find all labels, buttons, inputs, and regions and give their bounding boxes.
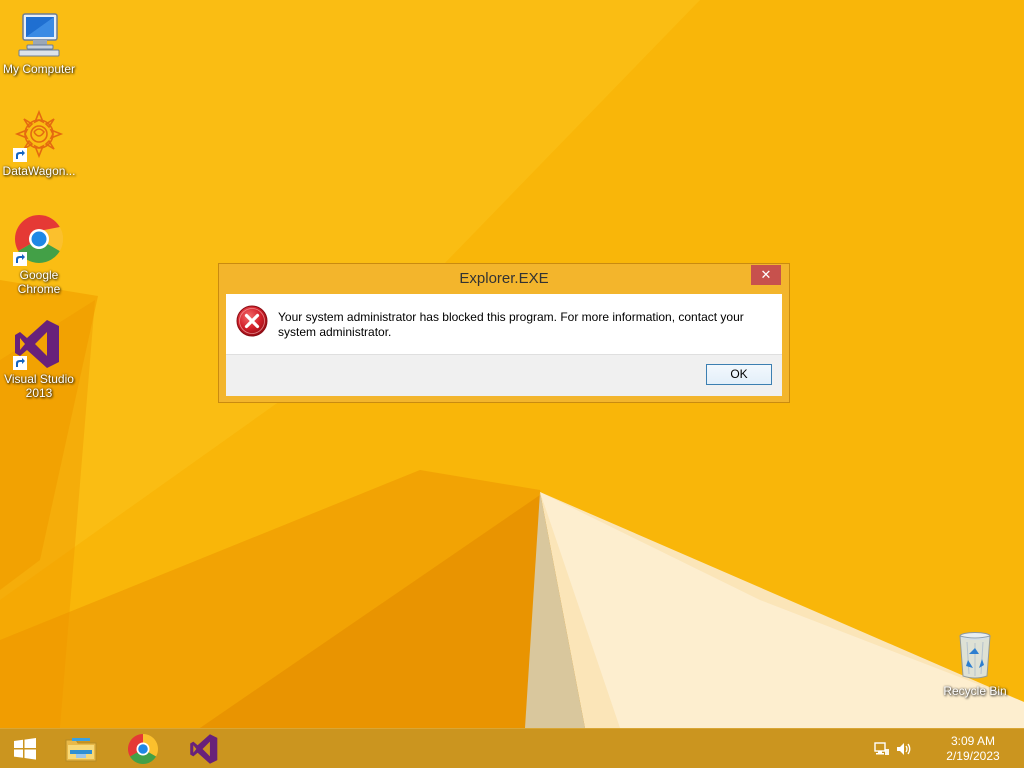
shortcut-arrow-icon xyxy=(13,148,27,162)
desktop-icon-recycle-bin[interactable]: Recycle Bin xyxy=(936,630,1014,698)
dialog-content: Your system administrator has blocked th… xyxy=(226,294,782,354)
close-icon: ✕ xyxy=(760,267,772,283)
desktop-icon-label: DataWagon... xyxy=(2,164,76,178)
clock-date: 2/19/2023 xyxy=(946,749,1000,763)
dialog-body: Your system administrator has blocked th… xyxy=(226,294,782,396)
system-tray: 3:09 AM 2/19/2023 xyxy=(874,729,1024,768)
dialog-footer: OK xyxy=(226,354,782,396)
file-explorer-icon xyxy=(65,738,97,762)
desktop-icon-my-computer[interactable]: My Computer xyxy=(0,8,78,76)
dialog-title[interactable]: Explorer.EXE xyxy=(219,264,789,294)
chrome-icon xyxy=(13,214,65,266)
desktop-icon-label: Visual Studio 2013 xyxy=(4,372,74,400)
close-button[interactable]: ✕ xyxy=(751,265,781,285)
desktop-icon-visual-studio[interactable]: Visual Studio 2013 xyxy=(0,318,78,400)
taskbar: 3:09 AM 2/19/2023 xyxy=(0,728,1024,768)
start-button[interactable] xyxy=(0,731,50,767)
shortcut-arrow-icon xyxy=(13,356,27,370)
desktop: My Computer DataWagon... Google Chrome V… xyxy=(0,0,1024,768)
dialog-message: Your system administrator has blocked th… xyxy=(278,310,744,339)
ok-button[interactable]: OK xyxy=(706,364,772,385)
recycle-bin-icon xyxy=(949,630,1001,682)
taskbar-visual-studio[interactable] xyxy=(180,731,230,767)
network-icon[interactable] xyxy=(874,741,890,757)
error-icon xyxy=(236,305,268,337)
visual-studio-icon xyxy=(13,318,65,370)
desktop-icon-label: Recycle Bin xyxy=(943,684,1007,698)
desktop-icon-label: Google Chrome xyxy=(17,268,61,296)
taskbar-file-explorer[interactable] xyxy=(56,731,106,767)
datawagon-icon xyxy=(13,109,65,162)
desktop-icon-google-chrome[interactable]: Google Chrome xyxy=(0,214,78,296)
visual-studio-icon xyxy=(190,734,218,764)
clock-time: 3:09 AM xyxy=(950,734,996,748)
desktop-icon-label: My Computer xyxy=(2,62,76,76)
start-icon xyxy=(14,738,36,760)
computer-icon xyxy=(13,8,65,60)
error-dialog: Explorer.EXE ✕ Your system administrator… xyxy=(218,263,790,403)
volume-icon[interactable] xyxy=(896,741,912,757)
taskbar-clock[interactable]: 3:09 AM 2/19/2023 xyxy=(938,734,1008,764)
chrome-icon xyxy=(127,734,159,765)
desktop-icon-datawagon[interactable]: DataWagon... xyxy=(0,109,78,178)
taskbar-chrome[interactable] xyxy=(118,731,168,767)
shortcut-arrow-icon xyxy=(13,252,27,266)
